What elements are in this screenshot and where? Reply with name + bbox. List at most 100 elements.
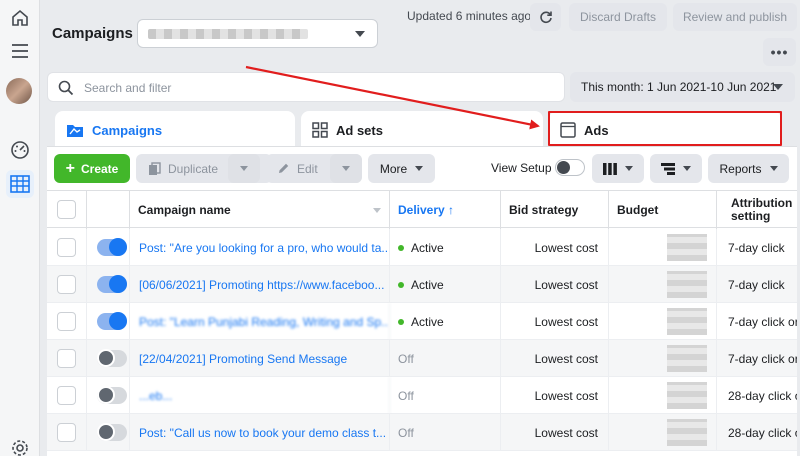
reports-button[interactable]: Reports: [708, 154, 789, 183]
attribution-cell: 7-day click: [728, 277, 785, 292]
row-checkbox[interactable]: [57, 423, 76, 442]
row-checkbox[interactable]: [57, 386, 76, 405]
active-status-dot: [398, 318, 404, 325]
bid-strategy-cell: Lowest cost: [501, 303, 609, 340]
budget-redacted: [667, 345, 707, 372]
budget-header[interactable]: Budget: [609, 191, 717, 229]
row-toggle-cell: [87, 377, 130, 414]
chevron-down-icon: [415, 166, 424, 171]
tab-ad-sets[interactable]: Ad sets: [301, 111, 543, 149]
select-all-checkbox[interactable]: [57, 200, 76, 219]
bid-strategy-cell: Lowest cost: [501, 377, 609, 414]
budget-cell: [609, 377, 717, 414]
left-rail: [0, 0, 40, 456]
delivery-status: Active: [411, 240, 444, 255]
breakdown-button[interactable]: [650, 154, 702, 183]
date-range-picker[interactable]: This month: 1 Jun 2021-10 Jun 2021: [570, 72, 795, 102]
row-select-cell: [47, 229, 87, 266]
grid-icon: [312, 122, 328, 138]
row-select-cell: [47, 377, 87, 414]
row-checkbox[interactable]: [57, 312, 76, 331]
active-status-dot: [398, 281, 404, 288]
refresh-icon: [539, 11, 552, 24]
duplicate-dropdown-button[interactable]: [228, 154, 260, 183]
bid-strategy-cell: Lowest cost: [501, 266, 609, 303]
campaign-name-link[interactable]: Post: "Are you looking for a pro, who wo…: [130, 229, 390, 266]
tab-ads[interactable]: Ads: [549, 111, 781, 149]
bid-strategy-header[interactable]: Bid strategy: [501, 191, 609, 229]
budget-cell: [609, 414, 717, 451]
budget-cell: [609, 340, 717, 377]
campaign-on-off-toggle[interactable]: [97, 349, 127, 367]
budget-redacted: [667, 308, 707, 335]
campaign-on-off-toggle[interactable]: [97, 386, 127, 404]
search-icon: [58, 80, 74, 96]
edit-dropdown-button[interactable]: [330, 154, 362, 183]
delivery-status: Off: [398, 388, 414, 403]
home-icon[interactable]: [6, 4, 34, 32]
edit-label: Edit: [297, 161, 318, 176]
create-button[interactable]: + Create: [54, 154, 130, 183]
tab-campaigns[interactable]: Campaigns: [55, 111, 295, 149]
budget-redacted: [667, 271, 707, 298]
settings-gear-icon[interactable]: [6, 434, 34, 456]
refresh-button[interactable]: [530, 3, 561, 31]
row-select-cell: [47, 303, 87, 340]
page-title: Campaigns: [52, 25, 133, 42]
delivery-cell: Active: [390, 266, 501, 303]
campaign-name-header[interactable]: Campaign name: [130, 191, 390, 229]
delivery-header[interactable]: Delivery ↑: [390, 191, 501, 229]
campaign-name-link[interactable]: ...eb...: [130, 377, 390, 414]
campaign-on-off-toggle[interactable]: [97, 423, 127, 441]
delivery-cell: Active: [390, 303, 501, 340]
attribution-header[interactable]: Attribution setting: [717, 191, 797, 229]
table-row[interactable]: Post: "Call us now to book your demo cla…: [47, 414, 797, 451]
account-name-redacted: [148, 29, 308, 39]
menu-icon[interactable]: [6, 37, 34, 65]
sort-caret-icon: [373, 208, 381, 213]
row-toggle-cell: [87, 340, 130, 377]
chevron-down-icon: [683, 166, 691, 171]
date-range-label: This month: 1 Jun 2021-10 Jun 2021: [581, 80, 777, 94]
row-checkbox[interactable]: [57, 275, 76, 294]
columns-button[interactable]: [592, 154, 644, 183]
attribution-cell: 7-day click or: [728, 351, 797, 366]
select-all-cell: [47, 191, 87, 229]
budget-cell: [609, 266, 717, 303]
more-label: More: [379, 161, 408, 176]
more-button[interactable]: More: [368, 154, 435, 183]
row-checkbox[interactable]: [57, 349, 76, 368]
table-row[interactable]: Post: "Are you looking for a pro, who wo…: [47, 229, 797, 266]
more-options-button[interactable]: •••: [763, 38, 796, 66]
discard-drafts-button[interactable]: Discard Drafts: [569, 3, 667, 31]
campaign-on-off-toggle[interactable]: [97, 275, 127, 293]
table-grid-icon[interactable]: [6, 170, 34, 198]
campaign-on-off-toggle[interactable]: [97, 238, 127, 256]
search-input[interactable]: [84, 79, 554, 97]
active-status-dot: [398, 244, 404, 251]
account-select[interactable]: [137, 19, 378, 48]
duplicate-label: Duplicate: [168, 161, 219, 176]
table-row[interactable]: Post: "Learn Punjabi Reading, Writing an…: [47, 303, 797, 340]
campaign-name-link[interactable]: [22/04/2021] Promoting Send Message: [130, 340, 390, 377]
table-row[interactable]: ...eb... Off Lowest cost 28-day click o: [47, 377, 797, 414]
review-publish-button[interactable]: Review and publish: [673, 3, 797, 31]
campaign-name-link[interactable]: Post: "Call us now to book your demo cla…: [130, 414, 390, 451]
table-row[interactable]: [06/06/2021] Promoting https://www.faceb…: [47, 266, 797, 303]
campaign-name-link[interactable]: [06/06/2021] Promoting https://www.faceb…: [130, 266, 390, 303]
bid-strategy-cell: Lowest cost: [501, 229, 609, 266]
campaign-name-link[interactable]: Post: "Learn Punjabi Reading, Writing an…: [130, 303, 390, 340]
view-setup-toggle[interactable]: [555, 159, 585, 176]
table-row[interactable]: [22/04/2021] Promoting Send Message Off Lo…: [47, 340, 797, 377]
attribution-cell: 7-day click: [728, 240, 785, 255]
row-checkbox[interactable]: [57, 238, 76, 257]
delivery-status: Off: [398, 425, 414, 440]
dashboard-gauge-icon[interactable]: [6, 136, 34, 164]
budget-cell: [609, 229, 717, 266]
row-select-cell: [47, 414, 87, 451]
campaign-on-off-toggle[interactable]: [97, 312, 127, 330]
row-select-cell: [47, 340, 87, 377]
attribution-cell: 28-day click o: [728, 388, 797, 403]
avatar[interactable]: [6, 78, 32, 104]
chevron-down-icon: [773, 84, 783, 90]
